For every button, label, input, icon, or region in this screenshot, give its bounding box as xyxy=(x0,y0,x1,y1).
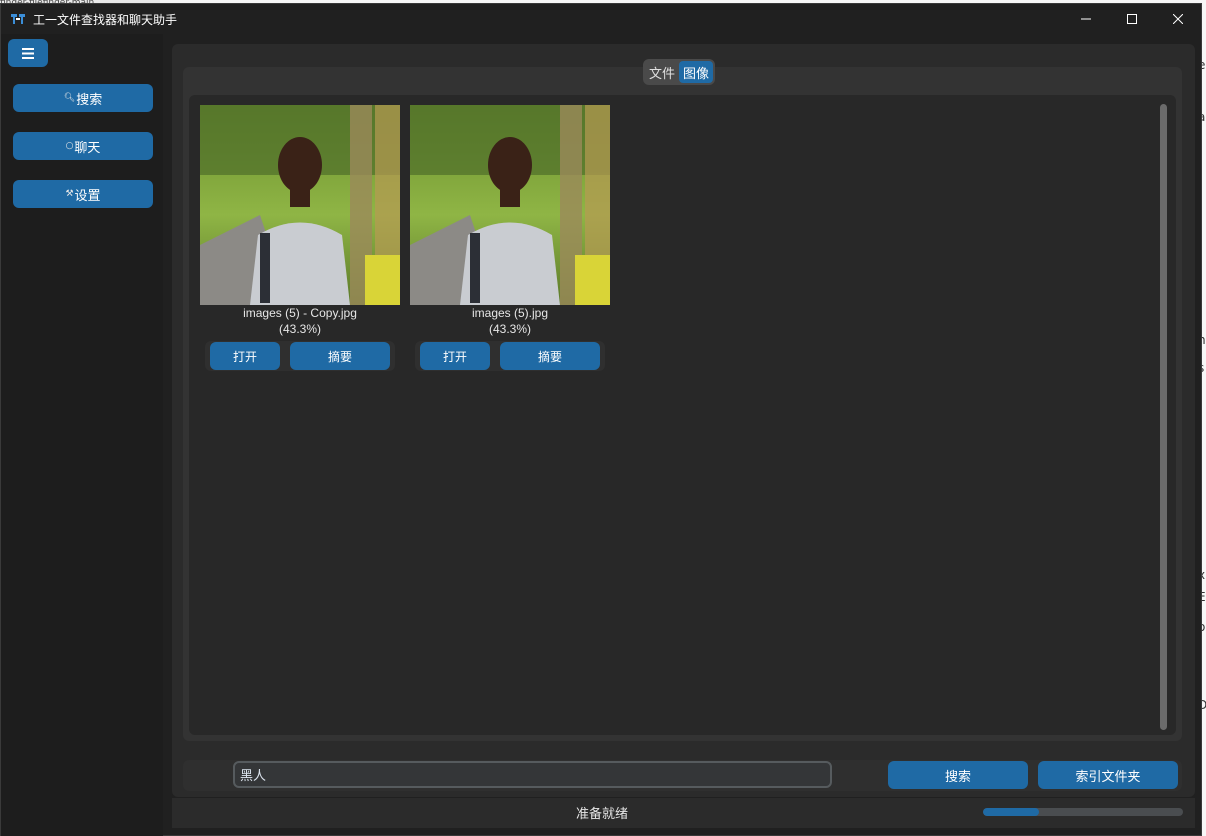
summary-button[interactable]: 摘要 xyxy=(500,342,600,370)
result-actions: 打开 摘要 xyxy=(205,341,395,371)
sidebar-item-settings[interactable]: ⚒ 设置 xyxy=(13,180,153,208)
search-icon: 🔍︎ xyxy=(63,93,76,103)
sidebar-item-label: 设置 xyxy=(74,188,101,204)
result-filename: images (5) - Copy.jpg xyxy=(243,306,357,320)
maximize-button[interactable] xyxy=(1109,4,1155,34)
search-button[interactable]: 搜索 xyxy=(888,761,1028,789)
chat-bubble-icon: ○ xyxy=(65,141,74,151)
open-button[interactable]: 打开 xyxy=(420,342,490,370)
search-input[interactable]: 黑人 xyxy=(233,761,832,788)
minimize-icon xyxy=(1081,18,1091,20)
search-bar: 黑人 搜索 索引文件夹 xyxy=(183,760,1182,791)
app-logo-icon xyxy=(10,11,26,27)
result-card: images (5) - Copy.jpg (43.3%) 打开 摘要 xyxy=(200,105,400,371)
title-bar[interactable]: 工一文件查找器和聊天助手 xyxy=(1,4,1201,34)
result-thumbnail[interactable] xyxy=(410,105,610,305)
menu-toggle-button[interactable] xyxy=(8,39,48,67)
tools-icon: ⚒ xyxy=(65,189,74,199)
image-results-area[interactable]: images (5) - Copy.jpg (43.3%) 打开 摘要 imag… xyxy=(189,95,1176,735)
tab-switcher: 文件 图像 xyxy=(643,59,716,85)
results-scrollbar[interactable] xyxy=(1160,104,1167,730)
app-window: 工一文件查找器和聊天助手 🔍︎ 搜索 ○ 聊天 ⚒ 设置 文件 图像 image… xyxy=(0,3,1202,836)
result-score: (43.3%) xyxy=(278,322,322,336)
open-button[interactable]: 打开 xyxy=(210,342,280,370)
tab-files[interactable]: 文件 xyxy=(645,61,679,83)
window-title: 工一文件查找器和聊天助手 xyxy=(33,12,178,27)
summary-button[interactable]: 摘要 xyxy=(290,342,390,370)
hamburger-icon xyxy=(22,47,34,59)
result-score: (43.3%) xyxy=(488,322,532,336)
close-icon xyxy=(1173,14,1183,24)
index-folder-button[interactable]: 索引文件夹 xyxy=(1038,761,1178,789)
status-text: 准备就绪 xyxy=(575,806,628,822)
tab-view: 文件 图像 images (5) - Copy.jpg (43.3%) 打开 摘… xyxy=(183,59,1182,741)
result-filename: images (5).jpg xyxy=(471,306,549,320)
result-actions: 打开 摘要 xyxy=(415,341,605,371)
sidebar-item-label: 聊天 xyxy=(74,140,101,156)
result-thumbnail[interactable] xyxy=(200,105,400,305)
screen: finder-filefinder-main e a n s x E o D 工… xyxy=(0,0,1206,836)
window-controls xyxy=(1063,4,1201,34)
status-bar: 准备就绪 xyxy=(172,798,1195,828)
maximize-icon xyxy=(1127,14,1137,24)
progress-bar xyxy=(983,808,1183,816)
sidebar: 🔍︎ 搜索 ○ 聊天 ⚒ 设置 xyxy=(1,34,163,836)
minimize-button[interactable] xyxy=(1063,4,1109,34)
sidebar-item-label: 搜索 xyxy=(76,92,103,108)
close-button[interactable] xyxy=(1155,4,1201,34)
tab-images[interactable]: 图像 xyxy=(679,61,714,83)
sidebar-item-search[interactable]: 🔍︎ 搜索 xyxy=(13,84,153,112)
result-card: images (5).jpg (43.3%) 打开 摘要 xyxy=(410,105,610,371)
progress-fill xyxy=(983,808,1039,816)
main-panel: 文件 图像 images (5) - Copy.jpg (43.3%) 打开 摘… xyxy=(172,44,1195,828)
sidebar-item-chat[interactable]: ○ 聊天 xyxy=(13,132,153,160)
